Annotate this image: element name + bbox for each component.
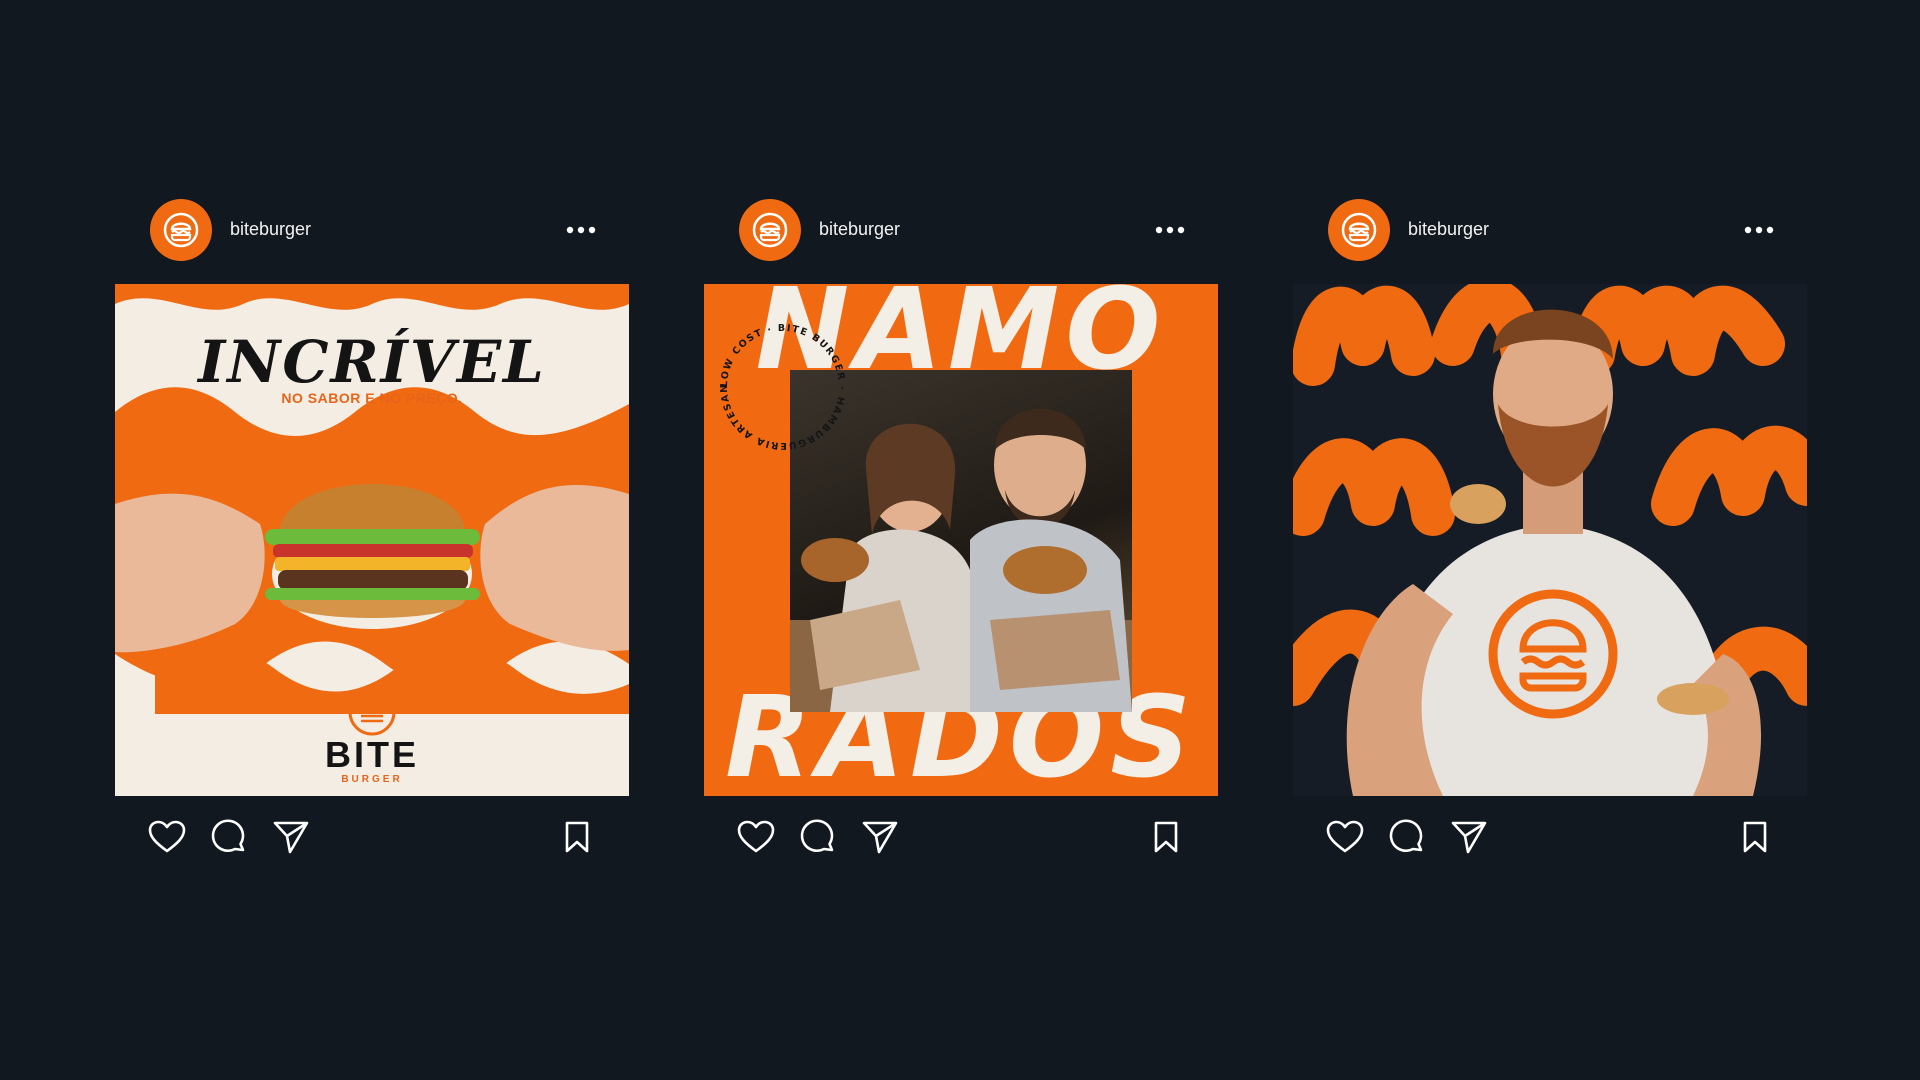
man-eating-burger-photo (1293, 284, 1807, 796)
instagram-post-2: biteburger NAMO RADOS LOW COST · BITE BU… (704, 198, 1218, 876)
brand-name: BITE (324, 734, 419, 775)
burger-logo-icon[interactable] (1328, 199, 1390, 261)
username[interactable]: biteburger (230, 219, 311, 240)
stamp-text: LOW COST · BITE BURGER · HAMBURGUERIA AR… (708, 312, 846, 451)
brand-subname: BURGER (341, 774, 403, 785)
instagram-post-1: biteburger INCRÍVEL NO SABOR E NO PREÇO.… (115, 198, 629, 876)
send-icon[interactable] (860, 817, 900, 857)
more-horizontal-icon[interactable] (565, 218, 597, 242)
bookmark-icon[interactable] (557, 817, 597, 857)
send-icon[interactable] (1449, 817, 1489, 857)
bookmark-icon[interactable] (1146, 817, 1186, 857)
send-icon[interactable] (271, 817, 311, 857)
heart-icon[interactable] (736, 817, 776, 857)
username[interactable]: biteburger (819, 219, 900, 240)
post-header: biteburger (1293, 198, 1807, 262)
username[interactable]: biteburger (1408, 219, 1489, 240)
comment-icon[interactable] (209, 817, 249, 857)
svg-text:LOW COST · BITE BURGER · HAMBU: LOW COST · BITE BURGER · HAMBURGUERIA AR… (708, 312, 847, 451)
post-actions (1293, 796, 1807, 876)
heart-icon[interactable] (1325, 817, 1365, 857)
burger-logo-icon[interactable] (739, 199, 801, 261)
post-image[interactable] (1293, 284, 1807, 796)
post-headline: INCRÍVEL (198, 328, 546, 396)
comment-icon[interactable] (1387, 817, 1427, 857)
post-header: biteburger (704, 198, 1218, 262)
more-horizontal-icon[interactable] (1743, 218, 1775, 242)
post-header: biteburger (115, 198, 629, 262)
post-actions (115, 796, 629, 876)
bookmark-icon[interactable] (1735, 817, 1775, 857)
post-image[interactable]: NAMO RADOS LOW COST · BITE BURGER · HAMB… (704, 284, 1218, 796)
stamp-badge: LOW COST · BITE BURGER · HAMBURGUERIA AR… (708, 312, 847, 451)
more-horizontal-icon[interactable] (1154, 218, 1186, 242)
post-image[interactable]: INCRÍVEL NO SABOR E NO PREÇO. BITE BURGE… (115, 284, 629, 796)
heart-icon[interactable] (147, 817, 187, 857)
comment-icon[interactable] (798, 817, 838, 857)
instagram-post-3: biteburger (1293, 198, 1807, 876)
burger-logo-icon[interactable] (150, 199, 212, 261)
post-actions (704, 796, 1218, 876)
post-subheadline: NO SABOR E NO PREÇO. (281, 390, 463, 406)
